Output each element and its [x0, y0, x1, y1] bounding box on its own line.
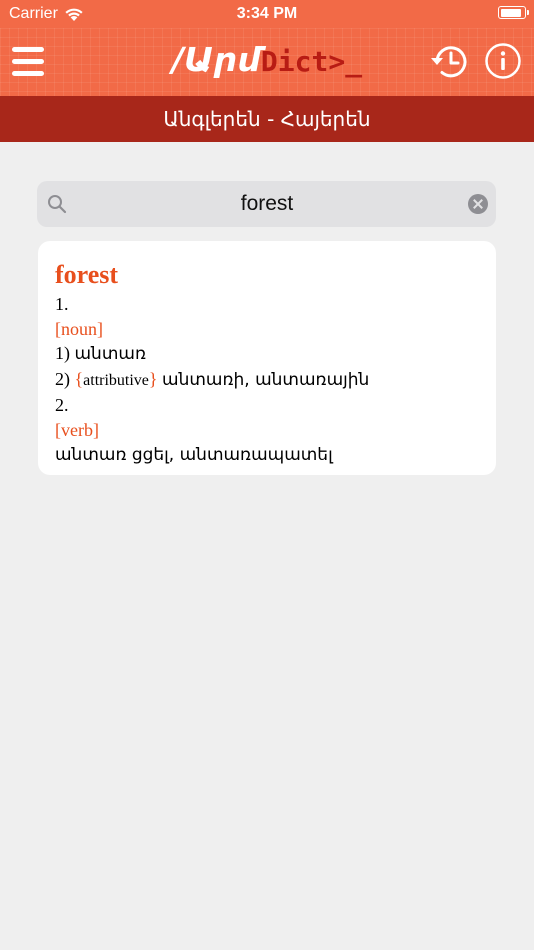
status-time: 3:34 PM — [236, 5, 298, 22]
language-pair-bar[interactable]: Անգլերեն - Հայերեն — [0, 96, 534, 142]
history-icon — [431, 46, 467, 78]
battery-fill — [500, 8, 521, 17]
language-pair-label: Անգլերեն - Հայերեն — [163, 107, 371, 131]
usage-label: attributive — [83, 371, 149, 389]
logo-mid: Dict> — [260, 45, 346, 78]
history-button[interactable] — [428, 40, 472, 84]
search-input[interactable] — [77, 181, 457, 227]
definition-text: անտառ — [74, 344, 146, 364]
logo-cursor: _ — [345, 45, 363, 78]
entry-content: forest 1. [noun] 1) անտառ 2) {attributiv… — [38, 241, 496, 468]
part-of-speech: [verb] — [55, 419, 99, 440]
definition-item: 1) անտառ — [55, 341, 480, 367]
search-bar — [37, 181, 496, 227]
entry-headword: forest — [55, 260, 119, 289]
sense-number: 2. — [55, 395, 69, 415]
definition-text: անտառի, անտառային — [162, 369, 370, 390]
definition-text: անտառ ցցել, անտառապատել — [55, 445, 333, 465]
definition-item: անտառ ցցել, անտառապատել — [55, 442, 480, 468]
info-button[interactable] — [484, 42, 522, 80]
label-brace-open: { — [74, 368, 84, 389]
definition-index: 2) — [55, 368, 70, 389]
sense-number: 1. — [55, 294, 69, 314]
status-bar: Carrier 3:34 PM — [0, 0, 534, 28]
clear-icon[interactable] — [468, 194, 488, 214]
definition-item: 2) {attributive} անտառի, անտառային — [55, 367, 480, 394]
info-icon — [485, 43, 521, 79]
label-brace-close: } — [148, 368, 158, 389]
definition-index: 1) — [55, 343, 70, 363]
battery-icon — [498, 6, 529, 19]
search-icon — [48, 195, 67, 214]
logo-prefix: /Արմ — [171, 40, 261, 79]
nav-bar: /ԱրմDict>_ — [0, 28, 534, 96]
result-card: forest 1. [noun] 1) անտառ 2) {attributiv… — [38, 241, 496, 475]
part-of-speech: [noun] — [55, 318, 103, 339]
